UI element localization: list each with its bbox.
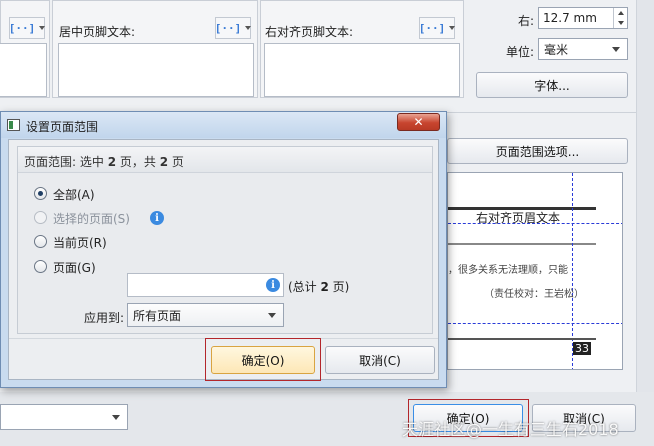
right-margin-spinner[interactable]: 12.7 mm — [538, 7, 628, 29]
field-code-icon: [··] — [214, 21, 242, 35]
dialog-ok-button[interactable]: 确定(O) — [211, 346, 315, 374]
margin-settings-panel: 右: 12.7 mm 单位: 毫米 字体... — [466, 0, 636, 110]
right-margin-guide — [572, 173, 573, 369]
total-pages-text: (总计 2 页) — [288, 280, 350, 294]
page-range-summary: 页面范围: 选中 2 页，共 2 页 — [24, 155, 184, 169]
center-footer-field-button[interactable]: [··] — [214, 17, 252, 39]
unit-label: 单位: — [506, 45, 535, 59]
page-range-group: 页面范围: 选中 2 页，共 2 页 全部(A) 选择的页面(S) i 当前页(… — [17, 146, 433, 334]
spinner-buttons[interactable] — [613, 8, 627, 28]
font-button[interactable]: 字体... — [476, 72, 628, 98]
preview-body-text: ，很多关系无法理顺，只能 — [448, 265, 568, 276]
pages-input[interactable]: i — [127, 273, 284, 297]
right-footer-group: 右对齐页脚文本: [··] — [260, 0, 464, 98]
close-button[interactable]: ✕ — [397, 113, 440, 131]
unit-select[interactable]: 毫米 — [538, 38, 628, 60]
chevron-down-icon — [449, 26, 456, 30]
header-margin-guide — [448, 223, 622, 224]
radio-pages[interactable]: 页面(G) — [34, 258, 124, 276]
preview-page-number: 33 — [573, 342, 591, 355]
window-icon — [7, 119, 20, 131]
dialog-cancel-button[interactable]: 取消(C) — [325, 346, 435, 374]
summary-header: 页面范围: 选中 2 页，共 2 页 — [18, 147, 432, 173]
chevron-down-icon — [617, 21, 624, 25]
left-footer-textbox[interactable] — [0, 43, 47, 97]
page-range-options-label: 页面范围选项... — [495, 144, 580, 159]
close-icon: ✕ — [413, 115, 424, 129]
info-icon[interactable]: i — [266, 278, 280, 292]
chevron-down-icon — [612, 47, 620, 52]
field-code-icon: [··] — [418, 21, 446, 35]
apply-to-label: 应用到: — [84, 311, 125, 325]
dialog-titlebar[interactable]: 设置页面范围 ✕ — [1, 112, 446, 138]
right-footer-field-button[interactable]: [··] — [418, 17, 456, 39]
set-page-range-dialog: 设置页面范围 ✕ 页面范围: 选中 2 页，共 2 页 全部(A) 选择的页面(… — [0, 111, 447, 388]
center-footer-group: 居中页脚文本: [··] — [52, 0, 258, 98]
radio-selected-label: 选择的页面(S) — [53, 212, 130, 226]
center-footer-label: 居中页脚文本: — [59, 25, 136, 39]
radio-all[interactable]: 全部(A) — [34, 185, 154, 203]
footer-rule — [448, 338, 596, 340]
left-footer-field-button[interactable]: [··] — [8, 17, 46, 39]
radio-selected-pages[interactable]: 选择的页面(S) i — [34, 209, 174, 227]
right-footer-textbox[interactable] — [264, 43, 460, 97]
radio-current-label: 当前页(R) — [53, 236, 107, 250]
chevron-up-icon — [617, 11, 624, 15]
dialog-client-area: 页面范围: 选中 2 页，共 2 页 全部(A) 选择的页面(S) i 当前页(… — [8, 139, 439, 381]
apply-to-select[interactable]: 所有页面 — [127, 303, 284, 327]
dialog-ok-label: 确定(O) — [241, 353, 285, 368]
apply-to-value: 所有页面 — [133, 308, 182, 323]
radio-selected-indicator — [34, 211, 47, 224]
radio-all-indicator — [34, 187, 47, 200]
chevron-down-icon — [39, 26, 46, 30]
info-icon[interactable]: i — [150, 211, 164, 225]
font-button-label: 字体... — [534, 78, 570, 93]
radio-current-page[interactable]: 当前页(R) — [34, 233, 154, 251]
center-footer-textbox[interactable] — [58, 43, 254, 97]
header-underline — [448, 243, 596, 245]
watermark-text: 天涯社区@一生有三生石2018 — [402, 420, 619, 439]
right-footer-label: 右对齐页脚文本: — [265, 25, 354, 39]
unit-value: 毫米 — [544, 42, 569, 57]
right-margin-label: 右: — [518, 14, 535, 28]
page-range-options-button[interactable]: 页面范围选项... — [447, 138, 628, 164]
field-code-icon: [··] — [8, 21, 36, 35]
preview-credit-text: （责任校对：王岩松） — [484, 289, 584, 300]
radio-pages-label: 页面(G) — [53, 261, 96, 275]
left-footer-group: [··] — [0, 0, 50, 98]
radio-current-indicator — [34, 235, 47, 248]
chevron-down-icon — [268, 313, 276, 318]
window-right-edge — [636, 0, 654, 446]
bottom-left-select[interactable] — [0, 404, 128, 430]
dialog-title: 设置页面范围 — [26, 120, 99, 134]
radio-pages-indicator — [34, 260, 47, 273]
right-margin-value: 12.7 mm — [543, 11, 597, 25]
chevron-down-icon — [245, 26, 252, 30]
radio-all-label: 全部(A) — [53, 188, 95, 202]
page-preview: 右对齐页眉文本 ，很多关系无法理顺，只能 （责任校对：王岩松） 33 — [447, 172, 623, 370]
chevron-down-icon — [112, 415, 120, 420]
dialog-cancel-label: 取消(C) — [359, 353, 401, 368]
footer-margin-guide — [448, 323, 622, 324]
